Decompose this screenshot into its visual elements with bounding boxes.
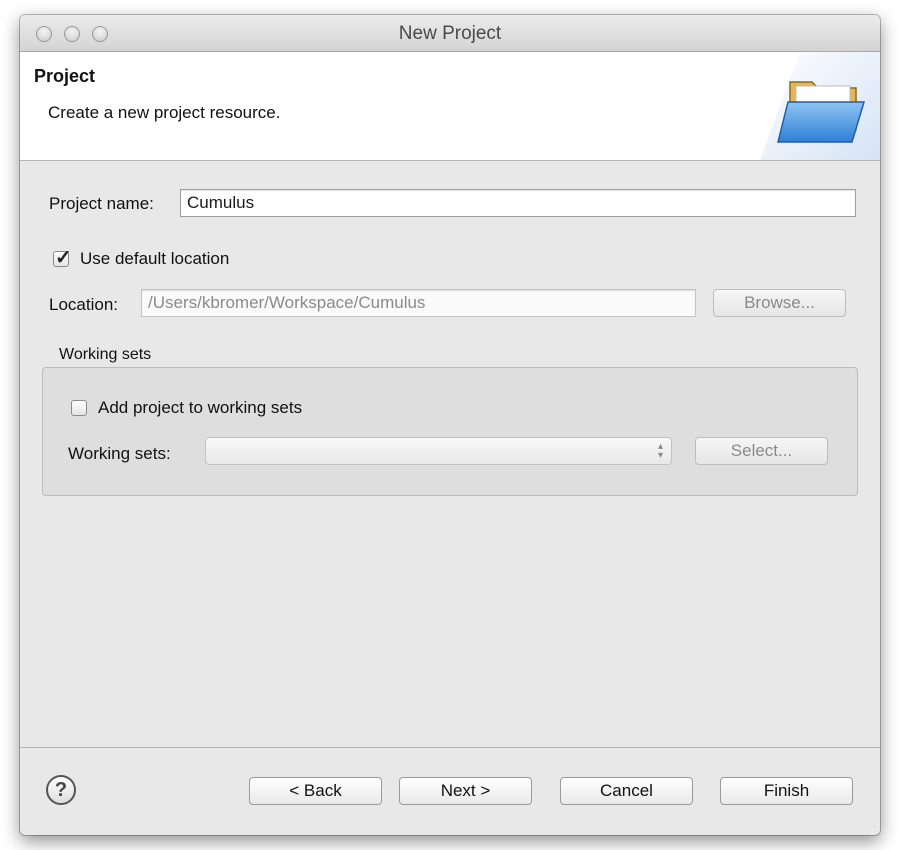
- help-icon[interactable]: ?: [46, 775, 76, 805]
- updown-arrows-icon: ▴ ▾: [657, 441, 663, 461]
- title-bar[interactable]: New Project: [20, 15, 880, 52]
- working-sets-label: Working sets:: [68, 444, 171, 463]
- page-title: Project: [34, 66, 96, 86]
- location-input[interactable]: /Users/kbromer/Workspace/Cumulus: [141, 289, 696, 317]
- page-description: Create a new project resource.: [48, 103, 281, 122]
- location-label: Location:: [49, 295, 118, 314]
- finish-button[interactable]: Finish: [720, 777, 853, 805]
- window-title: New Project: [398, 23, 502, 44]
- next-button[interactable]: Next >: [399, 777, 532, 805]
- add-to-working-sets-label[interactable]: Add project to working sets: [98, 398, 302, 418]
- working-sets-group: [42, 367, 858, 496]
- use-default-location-checkbox[interactable]: ✓: [53, 247, 72, 269]
- footer-divider: [20, 747, 880, 748]
- working-sets-select[interactable]: ▴ ▾: [205, 437, 672, 465]
- new-project-dialog: New Project Project Create a new project…: [20, 15, 880, 835]
- working-sets-group-label: Working sets: [59, 346, 152, 363]
- folder-icon: [760, 52, 880, 160]
- project-name-label: Project name:: [49, 194, 154, 213]
- cancel-button[interactable]: Cancel: [560, 777, 693, 805]
- select-working-sets-button[interactable]: Select...: [695, 437, 828, 465]
- checkmark-icon: ✓: [55, 247, 72, 269]
- use-default-location-label[interactable]: Use default location: [80, 249, 229, 269]
- project-name-input[interactable]: Cumulus: [180, 189, 856, 217]
- back-button[interactable]: < Back: [249, 777, 382, 805]
- wizard-banner: Project Create a new project resource.: [20, 52, 880, 161]
- browse-button[interactable]: Browse...: [713, 289, 846, 317]
- add-to-working-sets-checkbox[interactable]: [71, 400, 87, 416]
